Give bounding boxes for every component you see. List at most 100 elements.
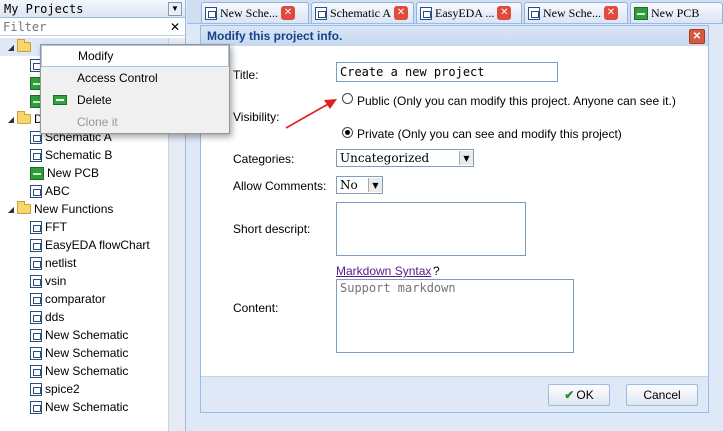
categories-value: Uncategorized bbox=[340, 151, 430, 165]
ok-label: OK bbox=[576, 388, 594, 402]
menu-label: Modify bbox=[78, 49, 114, 63]
tree-label: New Functions bbox=[34, 202, 114, 216]
cancel-label: Cancel bbox=[643, 388, 681, 402]
schematic-icon bbox=[30, 292, 42, 306]
tree-label: FFT bbox=[45, 220, 67, 234]
menu-item-delete[interactable]: Delete bbox=[41, 89, 229, 111]
tree-item[interactable]: spice2 bbox=[0, 380, 168, 398]
private-label[interactable]: Private (Only you can see and modify thi… bbox=[357, 127, 622, 141]
folder-icon bbox=[17, 39, 31, 52]
modify-project-dialog: Modify this project info. ✕ Title: Visib… bbox=[200, 25, 709, 413]
close-icon[interactable]: ✕ bbox=[603, 6, 618, 20]
close-icon[interactable]: ✕ bbox=[280, 6, 295, 20]
tree-item[interactable]: New Schematic bbox=[0, 326, 168, 344]
allow-comments-select[interactable]: No ▼ bbox=[336, 176, 383, 194]
tree-item[interactable]: ABC bbox=[0, 182, 168, 200]
public-label[interactable]: Public (Only you can modify this project… bbox=[357, 94, 676, 108]
menu-item-access-control[interactable]: Access Control bbox=[41, 67, 229, 89]
close-icon[interactable]: ✕ bbox=[689, 28, 705, 44]
tree-label: New Schematic bbox=[45, 400, 129, 414]
tree-item[interactable]: FFT bbox=[0, 218, 168, 236]
public-radio[interactable] bbox=[342, 93, 353, 104]
tree-label: netlist bbox=[45, 256, 77, 270]
schematic-icon bbox=[30, 364, 42, 378]
schematic-icon bbox=[315, 6, 327, 20]
panel-dropdown-button[interactable]: ▼ bbox=[168, 1, 182, 16]
tab-new-schematic-1[interactable]: New Sche... ✕ bbox=[201, 2, 309, 23]
short-desc-textarea[interactable] bbox=[336, 202, 526, 256]
tree-label: New Schematic bbox=[45, 328, 129, 342]
filter-clear-icon[interactable]: ✕ bbox=[168, 20, 182, 34]
ok-button[interactable]: ✔ OK bbox=[548, 384, 610, 406]
schematic-icon bbox=[528, 6, 540, 20]
schematic-icon bbox=[30, 328, 42, 342]
folder-icon bbox=[17, 111, 31, 124]
close-icon[interactable]: ✕ bbox=[497, 6, 512, 20]
context-menu: Modify Access Control Delete Clone it bbox=[40, 44, 230, 134]
schematic-icon bbox=[30, 220, 42, 234]
title-input[interactable] bbox=[336, 62, 558, 82]
document-tabbar: New Sche... ✕ Schematic A ✕ EasyEDA ... … bbox=[187, 0, 723, 24]
markdown-help: ? bbox=[433, 264, 440, 278]
title-label: Title: bbox=[233, 68, 259, 82]
panel-title: My Projects bbox=[4, 1, 84, 16]
tree-item[interactable]: New PCB bbox=[0, 164, 168, 182]
schematic-icon bbox=[205, 6, 217, 20]
tree-item[interactable]: comparator bbox=[0, 290, 168, 308]
schematic-icon bbox=[30, 310, 42, 324]
menu-label: Access Control bbox=[77, 71, 158, 85]
tree-item[interactable]: EasyEDA flowChart bbox=[0, 236, 168, 254]
collapse-icon[interactable]: ◢ bbox=[6, 115, 16, 124]
tree-item[interactable]: New Schematic bbox=[0, 398, 168, 416]
private-radio[interactable] bbox=[342, 127, 353, 138]
tree-item[interactable]: vsin bbox=[0, 272, 168, 290]
tab-new-schematic-2[interactable]: New Sche... ✕ bbox=[524, 2, 628, 23]
tab-label: New Sche... bbox=[543, 5, 601, 20]
pcb-icon bbox=[634, 6, 648, 20]
tree-label: New PCB bbox=[47, 166, 100, 180]
tab-label: EasyEDA ... bbox=[435, 5, 495, 20]
tab-label: New Sche... bbox=[220, 5, 278, 20]
categories-label: Categories: bbox=[233, 152, 295, 166]
collapse-icon[interactable]: ◢ bbox=[6, 43, 16, 52]
schematic-icon bbox=[30, 256, 42, 270]
content-textarea[interactable] bbox=[336, 279, 574, 353]
schematic-icon bbox=[30, 148, 42, 162]
schematic-icon bbox=[420, 6, 432, 20]
tree-item[interactable]: New Schematic bbox=[0, 344, 168, 362]
pcb-icon bbox=[30, 166, 44, 180]
schematic-icon bbox=[30, 346, 42, 360]
allow-comments-value: No bbox=[340, 178, 358, 192]
menu-item-modify[interactable]: Modify bbox=[41, 45, 229, 67]
visibility-label: Visibility: bbox=[233, 110, 280, 124]
tab-easyeda[interactable]: EasyEDA ... ✕ bbox=[416, 2, 522, 23]
tree-item[interactable]: dds bbox=[0, 308, 168, 326]
tree-folder[interactable]: ◢ New Functions bbox=[0, 200, 168, 218]
checkmark-icon: ✔ bbox=[564, 388, 575, 402]
schematic-icon bbox=[30, 238, 42, 252]
menu-label: Delete bbox=[77, 93, 112, 107]
short-desc-label: Short descript: bbox=[233, 222, 311, 236]
tree-item[interactable]: New Schematic bbox=[0, 362, 168, 380]
filter-input[interactable] bbox=[3, 19, 153, 34]
close-icon[interactable]: ✕ bbox=[393, 6, 408, 20]
collapse-icon[interactable]: ◢ bbox=[6, 205, 16, 214]
folder-icon bbox=[17, 201, 31, 214]
tree-label: vsin bbox=[45, 274, 67, 288]
tree-item[interactable]: Schematic B bbox=[0, 146, 168, 164]
tab-new-pcb[interactable]: New PCB bbox=[630, 2, 723, 23]
cancel-button[interactable]: Cancel bbox=[626, 384, 698, 406]
panel-header: My Projects ▼ bbox=[0, 0, 185, 18]
tab-schematic-a[interactable]: Schematic A ✕ bbox=[311, 2, 414, 23]
schematic-icon bbox=[30, 382, 42, 396]
tree-item[interactable]: netlist bbox=[0, 254, 168, 272]
categories-select[interactable]: Uncategorized ▼ bbox=[336, 149, 474, 167]
dialog-header: Modify this project info. ✕ bbox=[201, 26, 708, 46]
dialog-title: Modify this project info. bbox=[207, 29, 343, 43]
delete-icon bbox=[53, 95, 67, 105]
chevron-down-icon: ▼ bbox=[368, 178, 382, 192]
markdown-syntax-link[interactable]: Markdown Syntax bbox=[336, 264, 431, 278]
tree-label: comparator bbox=[45, 292, 106, 306]
schematic-icon bbox=[30, 274, 42, 288]
schematic-icon bbox=[30, 400, 42, 414]
